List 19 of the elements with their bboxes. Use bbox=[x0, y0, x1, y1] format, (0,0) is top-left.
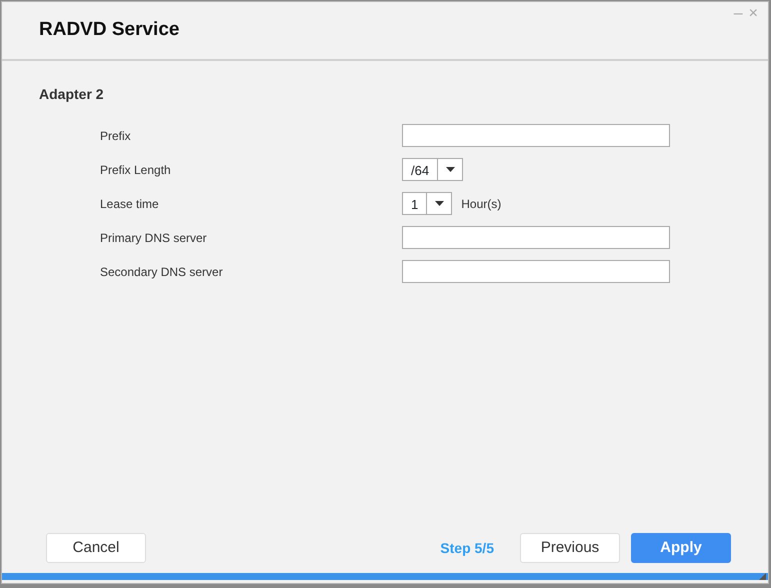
resize-grip-icon[interactable] bbox=[759, 573, 766, 580]
section-title: Adapter 2 bbox=[39, 85, 105, 104]
field-label: Prefix bbox=[100, 128, 132, 144]
caret-icon bbox=[434, 201, 444, 206]
field-label: Prefix Length bbox=[100, 162, 172, 178]
input-field[interactable] bbox=[402, 226, 670, 249]
window-title: RADVD Service bbox=[39, 19, 180, 42]
step-indicator: Step 5/5 bbox=[440, 538, 494, 558]
input-field[interactable] bbox=[402, 260, 670, 283]
cancel-button[interactable]: Cancel bbox=[46, 533, 146, 563]
field-label: Primary DNS server bbox=[100, 230, 208, 246]
dropdown-field[interactable]: 1 bbox=[402, 192, 452, 215]
caret-icon bbox=[446, 167, 455, 172]
dropdown-field[interactable]: /64 bbox=[402, 158, 464, 181]
input-field[interactable] bbox=[402, 124, 670, 147]
unit-label: Hour(s) bbox=[461, 196, 502, 212]
previous-button[interactable]: Previous bbox=[520, 533, 620, 563]
field-label: Secondary DNS server bbox=[100, 264, 224, 280]
field-label: Lease time bbox=[100, 196, 160, 212]
